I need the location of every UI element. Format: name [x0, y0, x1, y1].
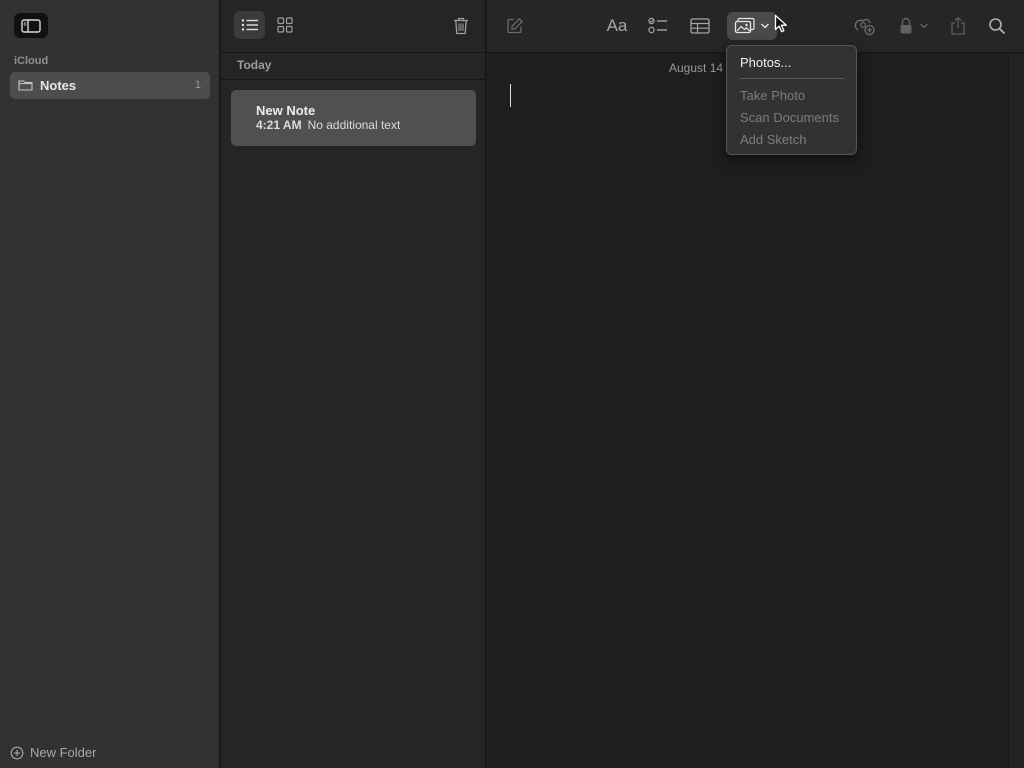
checklist-button[interactable] — [647, 12, 669, 40]
media-dropdown-menu: Photos... Take Photo Scan Documents Add … — [726, 45, 857, 155]
collaborate-icon — [854, 18, 875, 36]
new-folder-button[interactable]: New Folder — [10, 745, 96, 760]
search-button[interactable] — [986, 12, 1008, 40]
note-group-header: Today — [237, 58, 272, 72]
lock-icon — [900, 17, 912, 34]
menu-separator — [740, 78, 844, 79]
table-button[interactable] — [688, 12, 712, 40]
share-icon — [951, 16, 965, 35]
note-list-item[interactable]: New Note 4:21 AM No additional text — [231, 90, 476, 146]
note-list: Today New Note 4:21 AM No additional text — [221, 0, 486, 768]
new-note-button[interactable] — [503, 12, 527, 40]
format-button[interactable]: Aa — [604, 12, 630, 40]
folder-name: Notes — [40, 78, 77, 93]
folder-icon — [18, 80, 33, 91]
note-list-toolbar — [221, 0, 486, 53]
menu-item-photos[interactable]: Photos... — [740, 55, 791, 70]
chevron-down-icon — [920, 23, 928, 29]
table-icon — [690, 18, 710, 34]
cursor-arrow-icon — [774, 14, 787, 33]
menu-item-scan-documents: Scan Documents — [740, 110, 839, 125]
menu-item-add-sketch: Add Sketch — [740, 132, 807, 147]
note-preview: No additional text — [307, 118, 401, 132]
collaborate-button[interactable] — [853, 12, 877, 40]
text-cursor[interactable] — [510, 84, 511, 107]
sidebar-toggle-button[interactable] — [14, 13, 48, 38]
chevron-down-icon — [761, 23, 769, 29]
sidebar-icon — [21, 18, 41, 33]
new-folder-label: New Folder — [30, 745, 97, 760]
sidebar-item-notes[interactable]: Notes 1 — [10, 72, 210, 99]
divider — [221, 79, 486, 80]
note-meta: 4:21 AM No additional text — [256, 118, 400, 132]
list-view-button[interactable] — [234, 11, 265, 39]
lock-note-button[interactable] — [896, 12, 932, 40]
share-button[interactable] — [947, 12, 969, 40]
photo-icon — [734, 17, 755, 34]
trash-icon — [454, 17, 468, 35]
sidebar: iCloud Notes 1 New Folder — [0, 0, 220, 768]
search-icon — [989, 18, 1006, 35]
list-icon — [241, 19, 258, 31]
compose-icon — [507, 17, 524, 34]
grid-icon — [276, 17, 293, 33]
note-time: 4:21 AM — [256, 118, 302, 132]
folder-note-count: 1 — [194, 79, 201, 91]
plus-circle-icon — [10, 746, 24, 759]
checklist-icon — [648, 17, 667, 34]
note-title: New Note — [256, 103, 316, 118]
delete-note-button[interactable] — [449, 13, 473, 39]
media-button[interactable] — [727, 12, 777, 40]
note-date: August 14 — [669, 61, 724, 75]
menu-item-take-photo: Take Photo — [740, 88, 806, 103]
gallery-view-button[interactable] — [269, 11, 300, 39]
section-label-icloud: iCloud — [14, 55, 49, 67]
scrollbar[interactable] — [1008, 54, 1024, 768]
